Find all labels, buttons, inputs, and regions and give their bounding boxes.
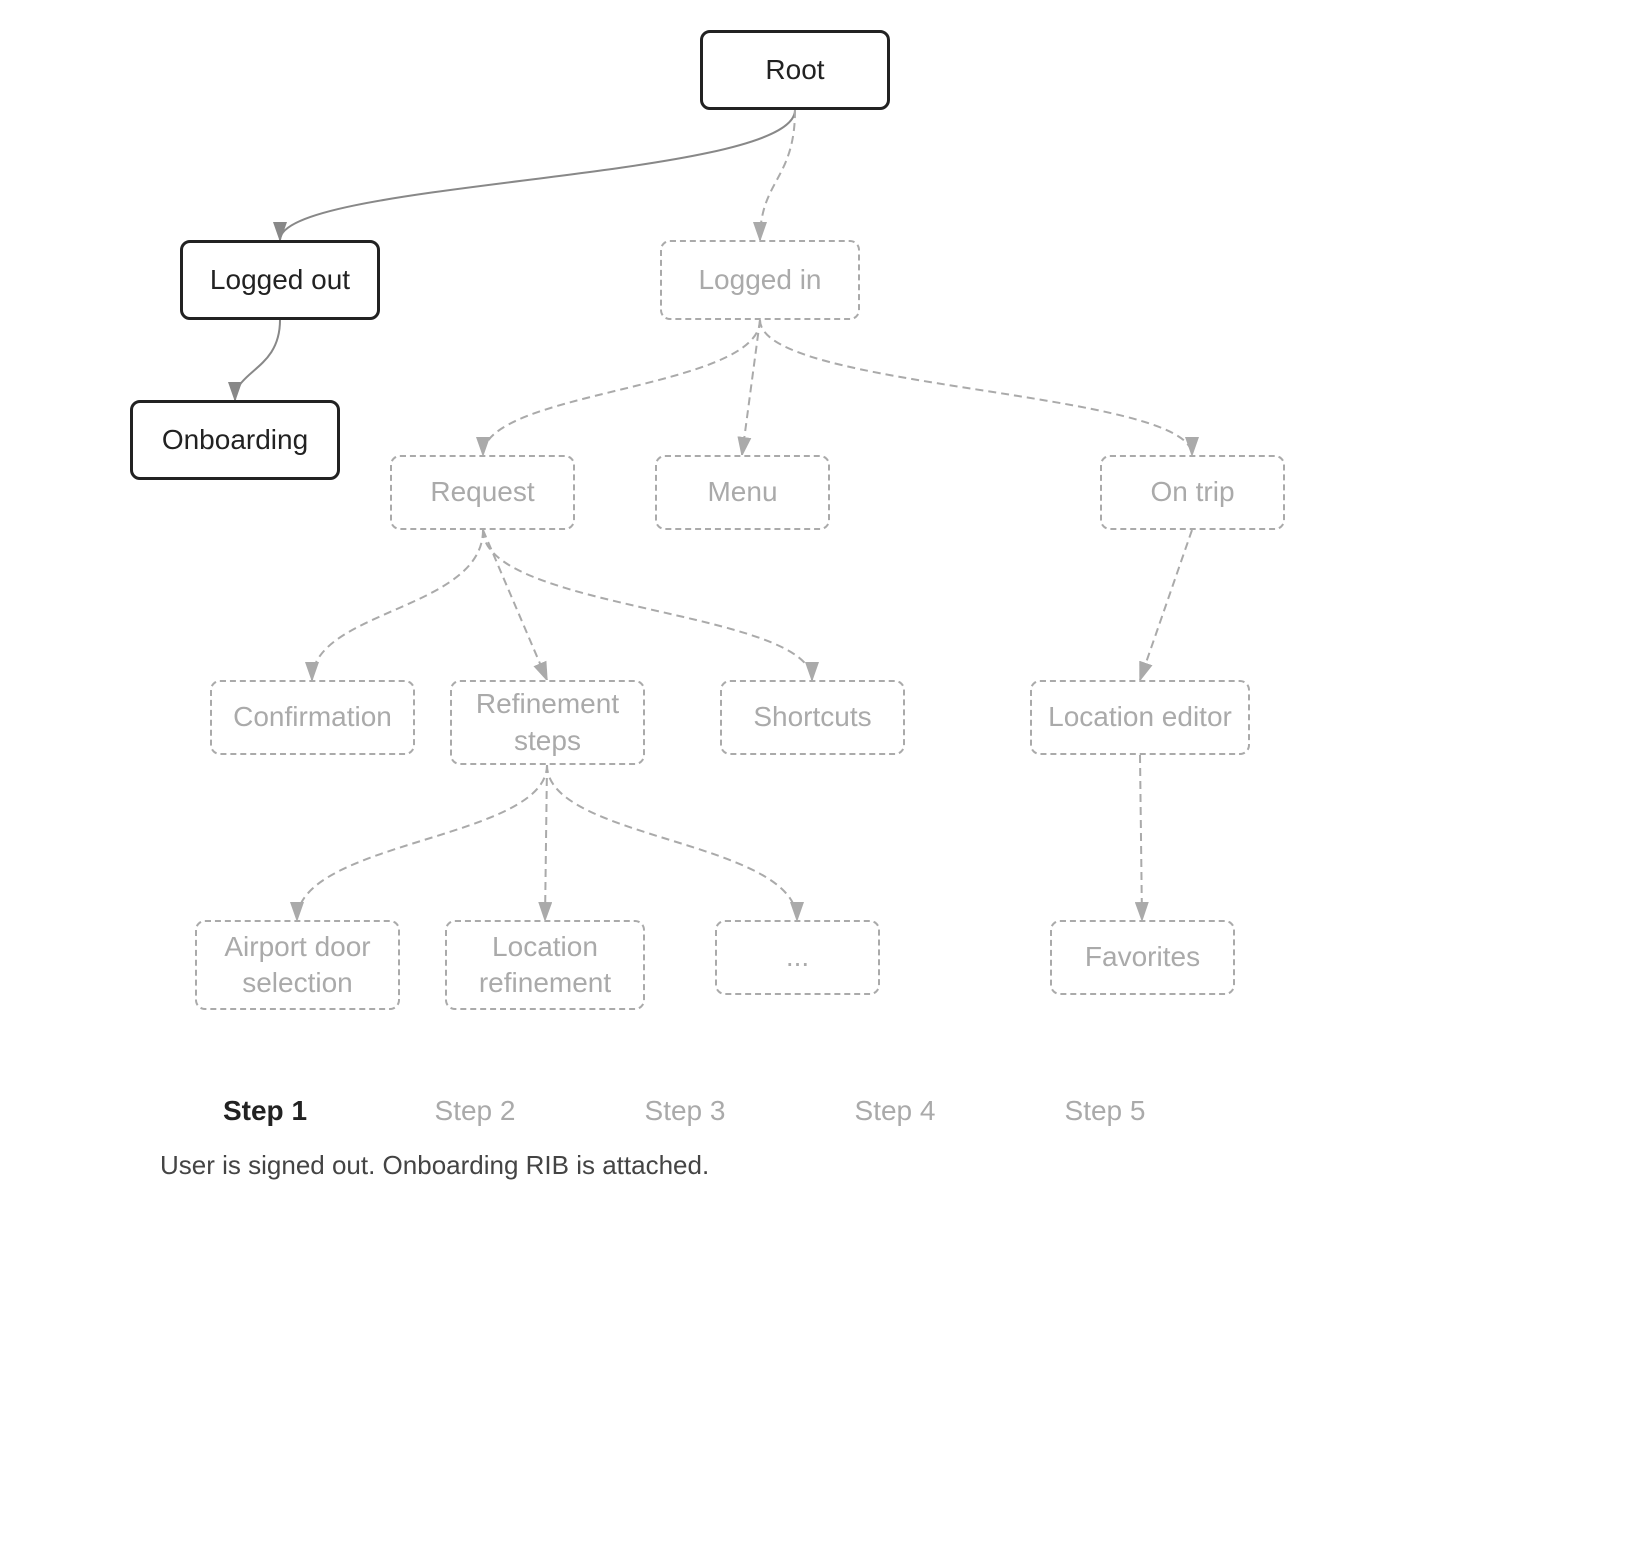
node-onboarding: Onboarding [130,400,340,480]
node-request: Request [390,455,575,530]
node-logged-in: Logged in [660,240,860,320]
node-location-refinement: Location refinement [445,920,645,1010]
node-ellipsis: ... [715,920,880,995]
steps-row: Step 1 Step 2 Step 3 Step 4 Step 5 [160,1095,1210,1127]
node-confirmation: Confirmation [210,680,415,755]
diagram-container: Root Logged out Onboarding Logged in Req… [0,0,1633,1200]
node-favorites: Favorites [1050,920,1235,995]
node-on-trip: On trip [1100,455,1285,530]
connections-svg [0,0,1633,1200]
step-description: User is signed out. Onboarding RIB is at… [160,1150,709,1181]
node-root: Root [700,30,890,110]
step-2-label: Step 2 [370,1095,580,1127]
node-shortcuts: Shortcuts [720,680,905,755]
step-3-label: Step 3 [580,1095,790,1127]
step-1-label: Step 1 [160,1095,370,1127]
step-4-label: Step 4 [790,1095,1000,1127]
step-5-label: Step 5 [1000,1095,1210,1127]
node-menu: Menu [655,455,830,530]
node-refinement-steps: Refinement steps [450,680,645,765]
node-airport-door: Airport door selection [195,920,400,1010]
node-location-editor: Location editor [1030,680,1250,755]
node-logged-out: Logged out [180,240,380,320]
